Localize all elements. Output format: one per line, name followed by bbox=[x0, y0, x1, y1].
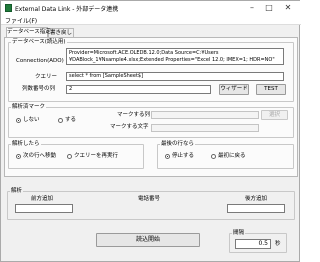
marker-do-radio[interactable] bbox=[58, 118, 63, 123]
last-row-stop-radio[interactable] bbox=[165, 154, 170, 159]
after-parse-next-label: 次の行へ移動 bbox=[23, 153, 57, 159]
last-row-first-radio[interactable] bbox=[211, 154, 216, 159]
database-group-label: データベース(読込用) bbox=[11, 39, 67, 45]
marker-group-label: 解析済マーク bbox=[11, 104, 47, 110]
title-bar: External Data Link - 外部データ連携 – □ ✕ bbox=[1, 1, 301, 15]
app-window: External Data Link - 外部データ連携 – □ ✕ ファイル(… bbox=[0, 0, 301, 262]
test-button[interactable]: TEST bbox=[256, 84, 286, 95]
parse-group-label: 解析 bbox=[10, 188, 24, 194]
after-parse-rerun-radio[interactable] bbox=[67, 154, 72, 159]
back-add-field[interactable] bbox=[227, 204, 285, 213]
maximize-button[interactable]: □ bbox=[262, 2, 276, 13]
query-label: クエリー bbox=[35, 74, 58, 80]
tab-writeback[interactable]: 書き戻し bbox=[48, 28, 74, 37]
menu-file[interactable]: ファイル(F) bbox=[5, 16, 37, 25]
mark-col-field[interactable] bbox=[151, 111, 259, 119]
start-read-button[interactable]: 読込開始 bbox=[96, 233, 200, 247]
last-row-stop-label: 停止する bbox=[172, 153, 195, 159]
interval-unit-label: 秒 bbox=[275, 241, 281, 247]
window-title: External Data Link - 外部データ連携 bbox=[15, 6, 119, 13]
last-row-group-label: 最後の行なら bbox=[160, 141, 196, 147]
mark-col-label: マークする列 bbox=[117, 112, 151, 118]
marker-do-label: する bbox=[65, 117, 77, 123]
close-button[interactable]: ✕ bbox=[281, 2, 295, 13]
minimize-button[interactable]: – bbox=[245, 2, 259, 13]
tab-panel: データベース(読込用) Connection(ADO) Provider=Mic… bbox=[4, 37, 298, 177]
interval-group-label: 間隔 bbox=[232, 230, 246, 236]
wizard-button[interactable]: ウィザード bbox=[219, 84, 249, 95]
menu-bar: ファイル(F) bbox=[1, 15, 301, 25]
mark-text-field[interactable] bbox=[151, 124, 259, 132]
mark-select-button[interactable]: 選択 bbox=[261, 110, 288, 120]
col-count-field[interactable]: 2 bbox=[66, 85, 211, 94]
last-row-first-label: 最初に戻る bbox=[218, 153, 246, 159]
connection-text-line1: Provider=Microsoft.ACE.OLEDB.12.0;Data S… bbox=[69, 50, 219, 56]
after-parse-next-radio[interactable] bbox=[16, 154, 21, 159]
phone-label: 電話番号 bbox=[138, 196, 161, 202]
connection-label: Connection(ADO) bbox=[16, 58, 64, 64]
after-parse-rerun-label: クエリーを再実行 bbox=[74, 153, 119, 159]
marker-none-label: しない bbox=[23, 117, 40, 123]
connection-field[interactable]: Provider=Microsoft.ACE.OLEDB.12.0;Data S… bbox=[66, 48, 284, 65]
app-icon bbox=[5, 4, 12, 12]
front-add-field[interactable] bbox=[15, 204, 73, 213]
front-add-label: 前方追加 bbox=[31, 196, 54, 202]
after-parse-group-label: 解析したら bbox=[11, 141, 41, 147]
back-add-label: 後方追加 bbox=[245, 196, 268, 202]
col-count-label: 列数番号の列 bbox=[22, 86, 56, 92]
connection-text-line2: ¥DABlock_1¥Nsample4.xlsx;Extended Proper… bbox=[69, 57, 275, 63]
query-field[interactable]: select * from [SampleSheet$] bbox=[66, 72, 284, 81]
marker-none-radio[interactable] bbox=[16, 118, 21, 123]
interval-field[interactable]: 0.5 bbox=[235, 239, 271, 249]
tab-database[interactable]: データベース指定 bbox=[6, 27, 51, 37]
mark-text-label: マークする文字 bbox=[110, 124, 149, 130]
